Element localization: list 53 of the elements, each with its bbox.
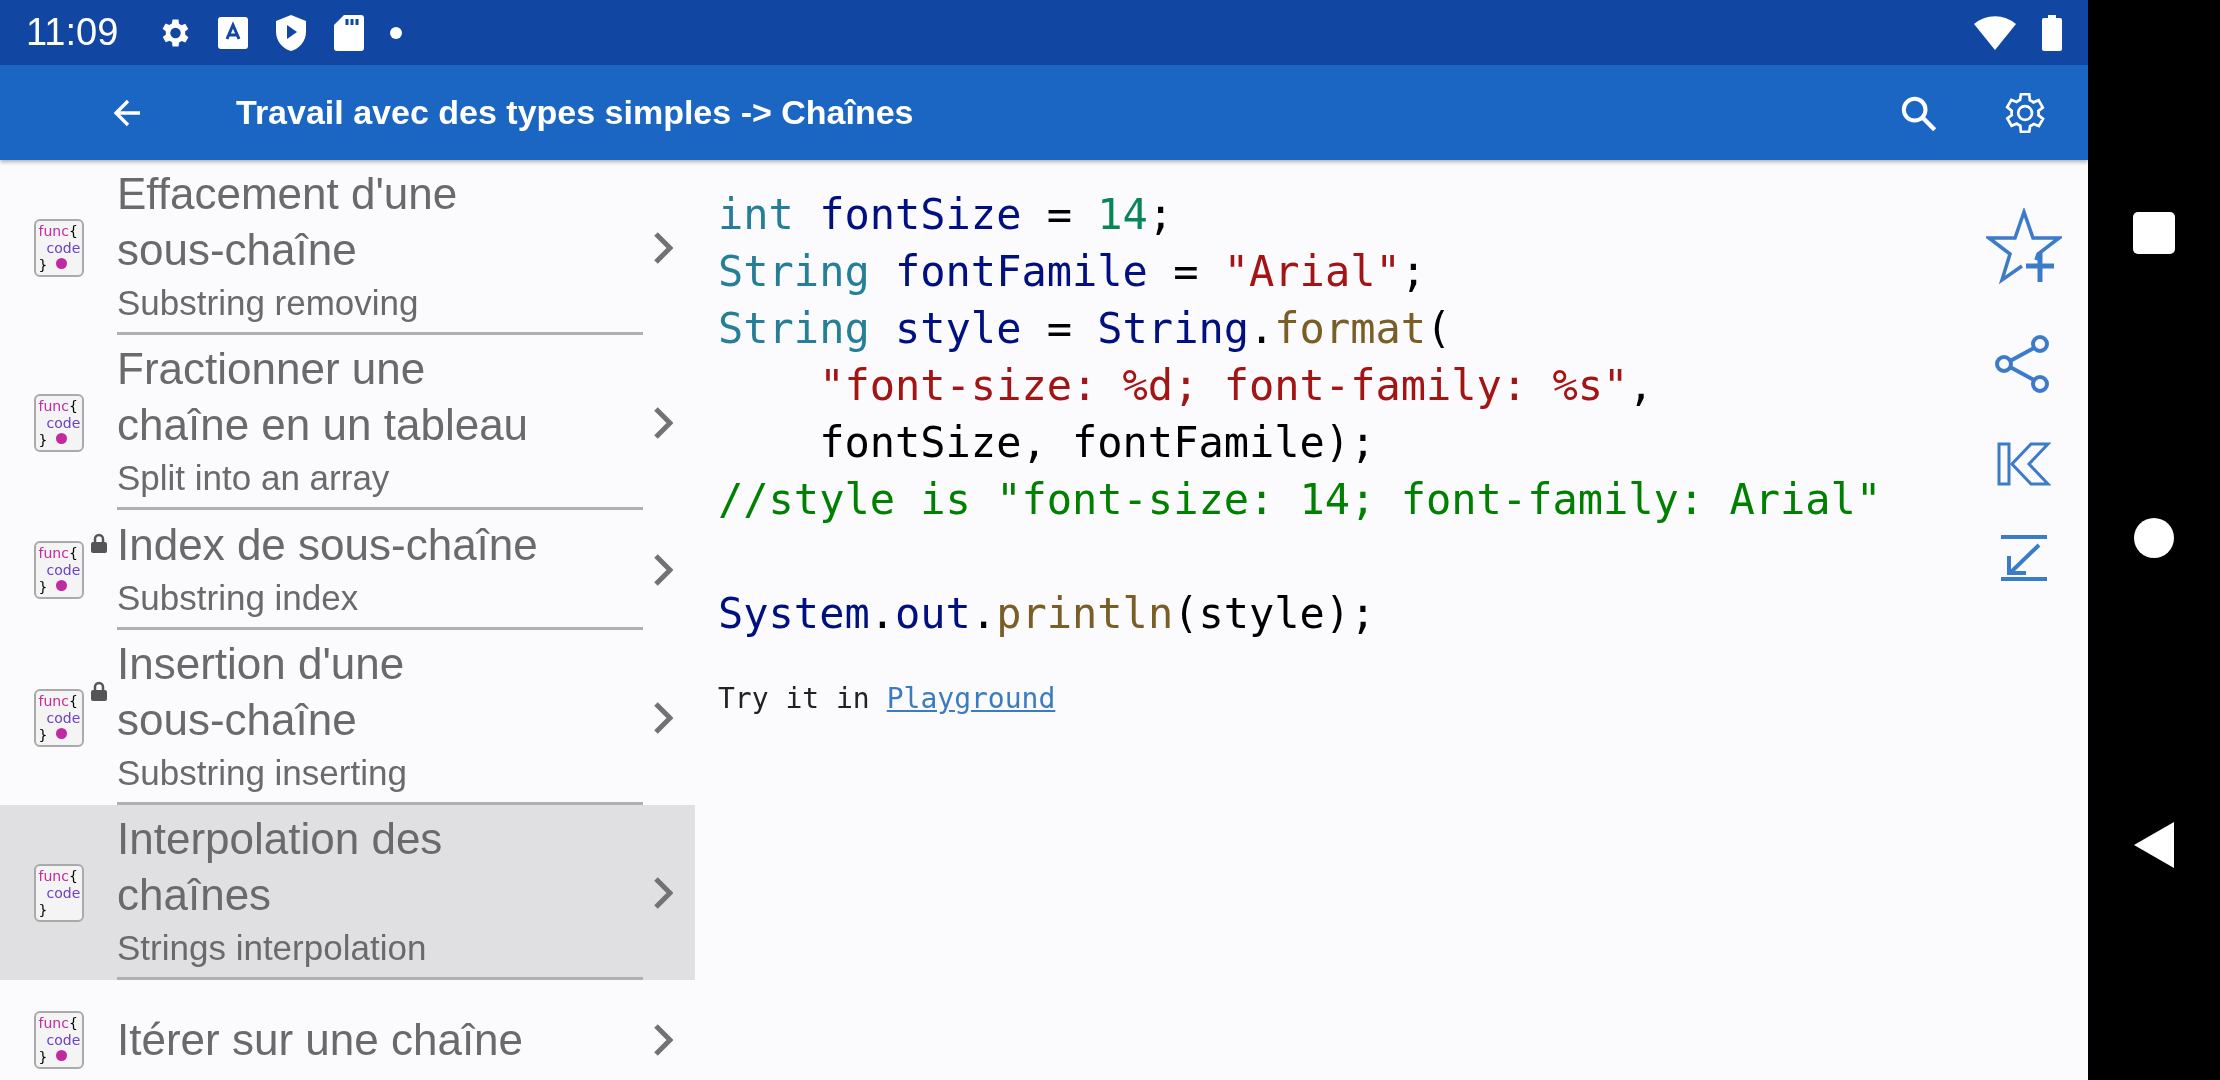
lesson-item[interactable]: func{ code } Interpolation des chaînes Strings interpolation bbox=[0, 805, 695, 980]
chevron-icon bbox=[653, 1023, 673, 1057]
code-line: //style is "font-size: 14; font-family: Arial" bbox=[718, 474, 1883, 526]
screen-title: Travail avec des types simples -> Chaînes bbox=[236, 93, 915, 132]
arrow-down-left-icon bbox=[1999, 534, 2049, 582]
favorite-add-button[interactable] bbox=[1986, 208, 2062, 286]
code-file-icon: func{ code } bbox=[33, 688, 84, 747]
chevron-icon bbox=[653, 553, 673, 587]
star-plus-icon bbox=[1986, 208, 2062, 286]
try-label: Try it in bbox=[718, 682, 870, 715]
chevron-icon bbox=[653, 700, 673, 735]
skip-first-icon bbox=[1997, 442, 2051, 486]
code-line: "font-size: %d; font-family: %s", bbox=[818, 360, 1655, 412]
chevron-icon bbox=[653, 875, 673, 910]
lesson-title: Effacement d'une sous-chaîne bbox=[117, 168, 459, 276]
code-file-icon: func{ code } bbox=[33, 541, 84, 599]
download-button[interactable] bbox=[1999, 534, 2049, 582]
code-line: fontSize, fontFamile); bbox=[818, 417, 1377, 469]
chevron-icon bbox=[653, 230, 673, 265]
lesson-subtitle: Substring removing bbox=[117, 282, 420, 324]
back-icon[interactable] bbox=[2134, 822, 2174, 868]
lesson-title: Fractionner une chaîne en un tableau bbox=[117, 343, 530, 451]
lesson-item[interactable]: func{ code } Effacement d'une sous-chaîne Substring removing bbox=[0, 160, 695, 335]
sd-card-icon bbox=[334, 14, 365, 51]
playground-link[interactable]: Playground bbox=[886, 682, 1056, 715]
clock: 11:09 bbox=[26, 11, 119, 54]
chevron-icon bbox=[653, 405, 673, 440]
code-file-icon: func{ code } bbox=[33, 393, 84, 452]
lesson-item[interactable]: func{ code } Fractionner une chaîne en un tableau Split into an array bbox=[0, 335, 695, 510]
lesson-title: Itérer sur une chaîne bbox=[117, 1013, 525, 1066]
lesson-subtitle: Split into an array bbox=[117, 457, 391, 499]
home-icon[interactable] bbox=[2134, 518, 2174, 558]
lesson-title: Index de sous-chaîne bbox=[117, 518, 539, 571]
dot-icon bbox=[390, 26, 403, 39]
lesson-subtitle: Substring inserting bbox=[117, 752, 408, 794]
wifi-icon bbox=[1974, 15, 2016, 50]
code-file-icon: func{ code } bbox=[33, 218, 84, 277]
shield-play-icon bbox=[274, 13, 309, 52]
code-line: String style = String.format( bbox=[718, 303, 1453, 355]
lesson-subtitle: Strings interpolation bbox=[117, 927, 428, 969]
code-line: System.out.println(style); bbox=[718, 588, 1377, 640]
lesson-title: Insertion d'une sous-chaîne bbox=[117, 638, 406, 746]
lesson-item[interactable]: func{ code } Index de sous-chaîne Substring index bbox=[0, 510, 695, 630]
battery-icon bbox=[2042, 14, 2062, 51]
code-line: String fontFamile = "Arial"; bbox=[718, 246, 1428, 298]
code-file-icon: func{ code } bbox=[33, 1011, 84, 1069]
letter-square-icon bbox=[218, 16, 249, 49]
code-line: int fontSize = 14; bbox=[718, 189, 1175, 241]
lesson-subtitle: Substring index bbox=[117, 576, 360, 619]
lesson-item[interactable]: func{ code } Itérer sur une chaîne bbox=[0, 980, 695, 1080]
lesson-title: Interpolation des chaînes bbox=[117, 813, 444, 921]
first-button[interactable] bbox=[1997, 442, 2051, 486]
code-file-icon: func{ code } bbox=[33, 863, 84, 922]
